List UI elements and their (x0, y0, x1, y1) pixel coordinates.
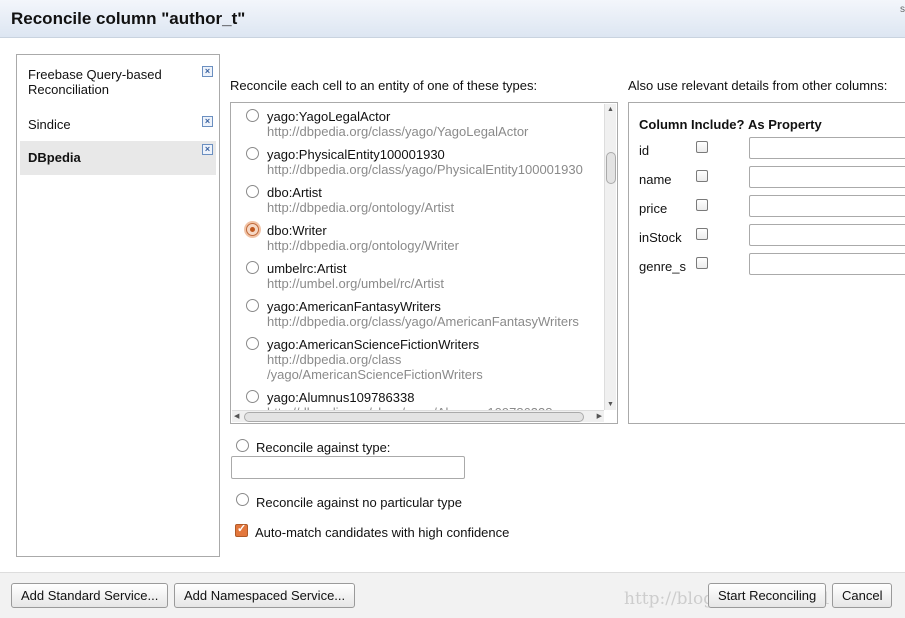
include-checkbox[interactable] (696, 228, 708, 240)
remove-service-icon[interactable]: × (202, 116, 213, 127)
service-list: Freebase Query-based Reconciliation × Si… (16, 54, 220, 557)
type-radio-selected[interactable] (246, 223, 259, 236)
property-input[interactable] (749, 224, 905, 246)
include-checkbox[interactable] (696, 170, 708, 182)
add-standard-service-button[interactable]: Add Standard Service... (11, 583, 169, 608)
start-reconciling-button[interactable]: Start Reconciling (708, 583, 827, 608)
type-radio[interactable] (246, 337, 259, 350)
dialog-footer: http://blog.csdn.net/u013... Add Standar… (0, 572, 905, 618)
scroll-down-icon[interactable]: ▼ (607, 401, 614, 408)
automatch-checkbox[interactable] (235, 522, 248, 537)
against-type-label: Reconcile against type: (256, 440, 391, 455)
as-property-header: As Property (748, 117, 822, 132)
include-header: Include? (691, 117, 745, 132)
property-input[interactable] (749, 166, 905, 188)
type-radio[interactable] (246, 261, 259, 274)
no-type-radio[interactable] (236, 493, 249, 506)
type-list[interactable]: yago:YagoLegalActor http://dbpedia.org/c… (230, 102, 618, 424)
automatch-label: Auto-match candidates with high confiden… (255, 525, 510, 540)
cancel-button[interactable]: Cancel (832, 583, 893, 608)
type-list-vertical-scrollbar[interactable]: ▲ ▼ (604, 104, 616, 410)
service-item-freebase[interactable]: Freebase Query-based Reconciliation × (20, 63, 216, 101)
type-name: umbelrc:Artist (267, 261, 347, 276)
type-name: yago:Alumnus109786338 (267, 390, 415, 405)
service-label: DBpedia (28, 150, 81, 165)
service-item-sindice[interactable]: Sindice × (20, 113, 216, 136)
type-name: dbo:Writer (267, 223, 327, 238)
type-list-horizontal-scrollbar[interactable]: ◀ ▶ (232, 410, 604, 422)
against-type-radio[interactable] (236, 439, 249, 452)
type-url: http://dbpedia.org/class/yago/YagoLegalA… (267, 124, 529, 139)
dialog-titlebar: Reconcile column "author_t" s (0, 0, 905, 38)
service-label: Sindice (28, 117, 71, 132)
type-name: dbo:Artist (267, 185, 322, 200)
dialog-body: Freebase Query-based Reconciliation × Si… (0, 38, 905, 572)
remove-service-icon[interactable]: × (202, 66, 213, 77)
property-input[interactable] (749, 195, 905, 217)
column-name: price (639, 201, 668, 216)
service-item-dbpedia[interactable]: DBpedia × (20, 141, 216, 175)
types-heading: Reconcile each cell to an entity of one … (230, 78, 538, 93)
type-radio[interactable] (246, 109, 259, 122)
include-checkbox[interactable] (696, 141, 708, 153)
edge-text: s (900, 4, 905, 15)
service-label: Freebase Query-based Reconciliation (28, 67, 162, 97)
include-checkbox[interactable] (696, 199, 708, 211)
type-url: http://umbel.org/umbel/rc/Artist (267, 276, 445, 291)
columns-heading: Also use relevant details from other col… (628, 78, 888, 93)
type-name: yago:AmericanFantasyWriters (267, 299, 441, 314)
type-radio[interactable] (246, 147, 259, 160)
scroll-right-icon[interactable]: ▶ (597, 412, 602, 420)
type-url: http://dbpedia.org/class (267, 352, 402, 367)
add-namespaced-service-button[interactable]: Add Namespaced Service... (174, 583, 356, 608)
type-name: yago:YagoLegalActor (267, 109, 391, 124)
scroll-up-icon[interactable]: ▲ (607, 106, 614, 113)
dialog-title: Reconcile column "author_t" (11, 9, 246, 28)
against-type-input[interactable] (231, 456, 465, 479)
column-name: name (639, 172, 672, 187)
column-name: id (639, 143, 650, 158)
remove-service-icon[interactable]: × (202, 144, 213, 155)
type-radio[interactable] (246, 299, 259, 312)
columns-panel: Column Include? As Property id name pric… (628, 102, 905, 424)
scroll-left-icon[interactable]: ◀ (234, 412, 239, 420)
column-name: genre_s (639, 259, 686, 274)
column-header: Column (639, 117, 688, 132)
scroll-thumb[interactable] (606, 152, 616, 184)
column-name: inStock (639, 230, 682, 245)
property-input[interactable] (749, 137, 905, 159)
include-checkbox[interactable] (696, 257, 708, 269)
type-url: http://dbpedia.org/class/yago/AmericanFa… (267, 314, 579, 329)
type-radio[interactable] (246, 390, 259, 403)
no-type-label: Reconcile against no particular type (256, 495, 462, 510)
type-name: yago:AmericanScienceFictionWriters (267, 337, 480, 352)
type-name: yago:PhysicalEntity100001930 (267, 147, 445, 162)
property-input[interactable] (749, 253, 905, 275)
type-url-continued: /yago/AmericanScienceFictionWriters (267, 367, 483, 382)
type-url: http://dbpedia.org/ontology/Writer (267, 238, 459, 253)
type-radio[interactable] (246, 185, 259, 198)
type-url: http://dbpedia.org/class/yago/PhysicalEn… (267, 162, 583, 177)
scroll-thumb[interactable] (244, 412, 584, 422)
type-url: http://dbpedia.org/ontology/Artist (267, 200, 455, 215)
